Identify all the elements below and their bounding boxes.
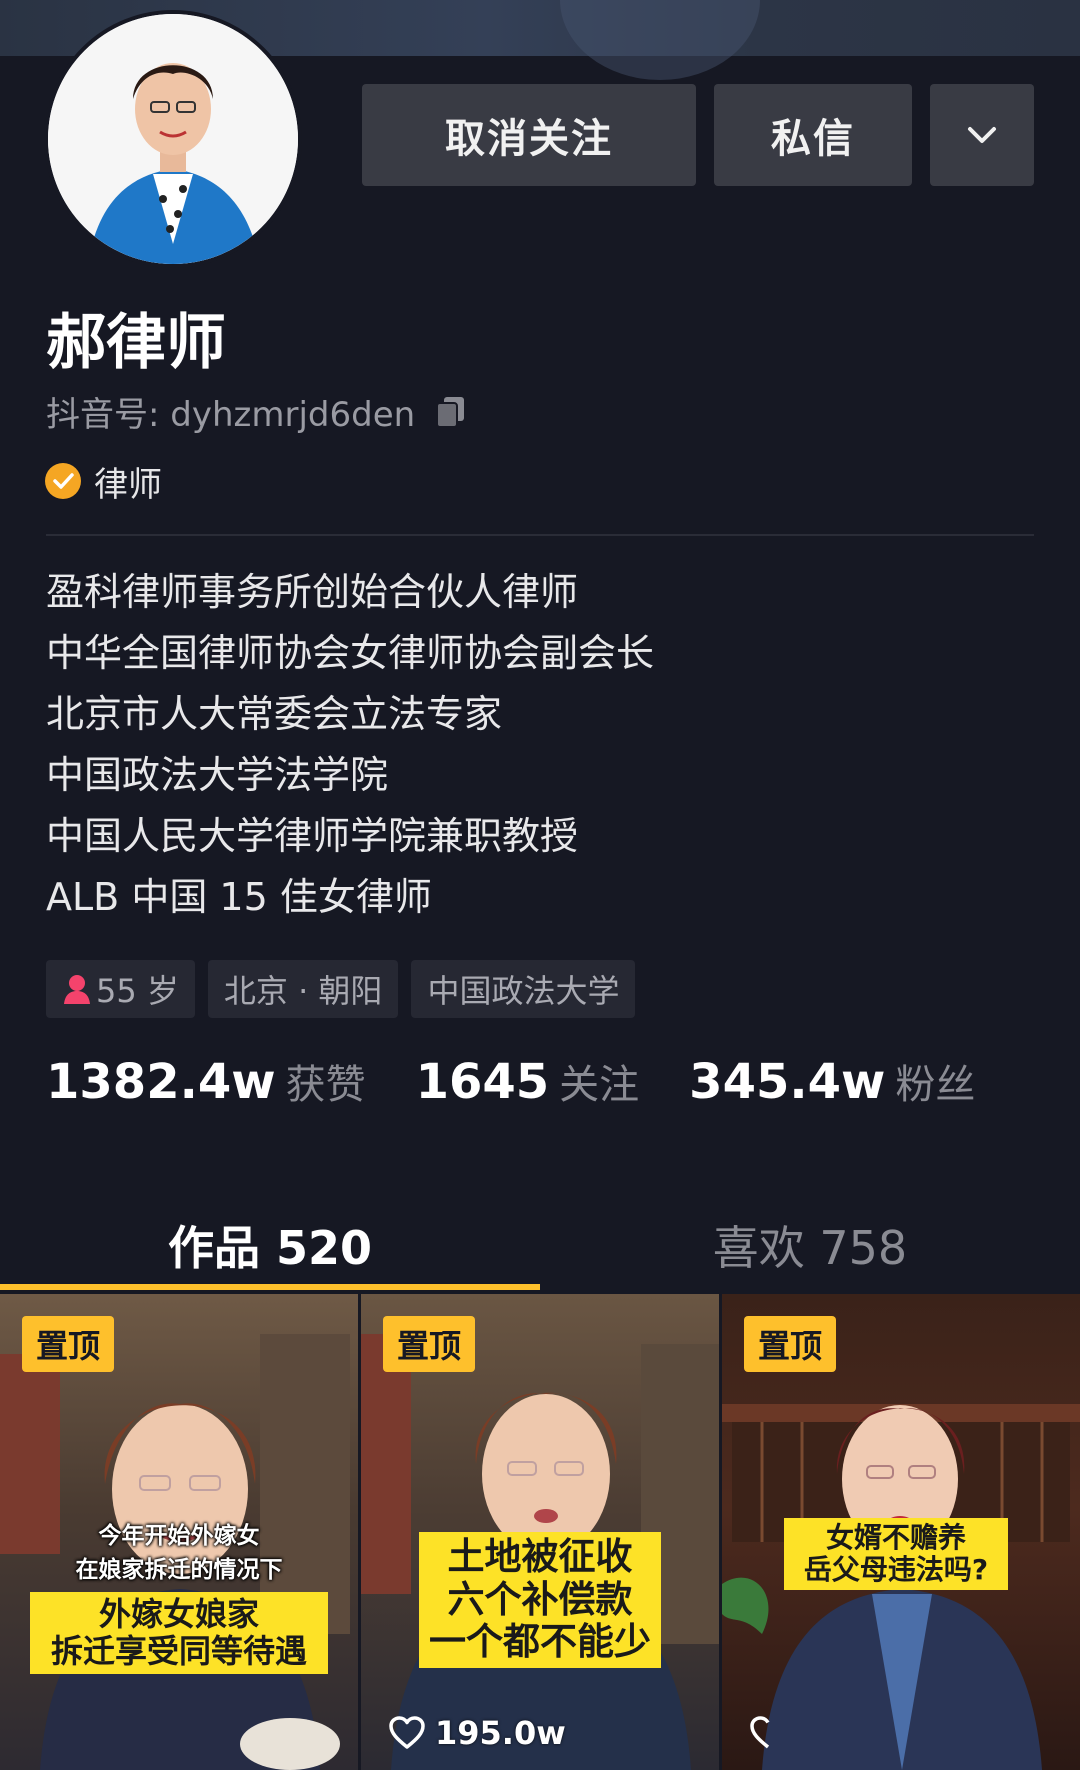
- caption-line: 六个补偿款: [447, 1577, 633, 1621]
- school-tag: 中国政法大学: [411, 960, 636, 1018]
- message-button[interactable]: 私信: [714, 84, 912, 186]
- douyin-id: 抖音号: dyhzmrjd6den: [46, 394, 416, 435]
- more-button[interactable]: [930, 84, 1034, 186]
- video-caption-box: 女婿不赡养 岳父母违法吗?: [784, 1518, 1008, 1591]
- profile-stats: 1382.4w 获赞 1645 关注 345.4w 粉丝: [46, 1052, 1025, 1110]
- age-tag-label: 55 岁: [96, 972, 179, 1010]
- video-thumbnail[interactable]: 置顶 女婿不赡养 岳父母违法吗?: [722, 1294, 1080, 1770]
- likes-received-stat[interactable]: 1382.4w 获赞: [46, 1052, 366, 1110]
- douyin-id-row: 抖音号: dyhzmrjd6den: [46, 388, 471, 435]
- bio: 盈科律师事务所创始合伙人律师 中华全国律师协会女律师协会副会长 北京市人大常委会…: [46, 562, 1026, 928]
- bio-line: 中国政法大学法学院: [46, 753, 389, 797]
- profile-name: 郝律师: [46, 308, 226, 378]
- age-tag: 55 岁: [46, 960, 195, 1018]
- bio-line: 中华全国律师协会女律师协会副会长: [46, 631, 655, 675]
- caption-line: 今年开始外嫁女: [98, 1523, 260, 1549]
- caption-line: 拆迁享受同等待遇: [50, 1631, 307, 1670]
- following-stat[interactable]: 1645 关注: [416, 1052, 640, 1110]
- bio-line: 盈科律师事务所创始合伙人律师: [46, 570, 579, 614]
- caption-line: 在娘家拆迁的情况下: [75, 1557, 283, 1583]
- video-thumbnail[interactable]: 置顶 今年开始外嫁女 在娘家拆迁的情况下 外嫁女娘家 拆迁享受同等待遇: [0, 1294, 358, 1770]
- caption-line: 岳父母违法吗?: [803, 1553, 989, 1587]
- stat-value: 1382.4w: [46, 1054, 276, 1110]
- pinned-badge: 置顶: [383, 1316, 476, 1372]
- video-likes-count: 195.0w: [435, 1714, 566, 1752]
- copy-icon[interactable]: [431, 391, 471, 431]
- unfollow-button[interactable]: 取消关注: [362, 84, 696, 186]
- pinned-badge: 置顶: [744, 1316, 837, 1372]
- video-caption-small: 今年开始外嫁女 在娘家拆迁的情况下: [0, 1516, 358, 1584]
- video-thumbnail[interactable]: 置顶 土地被征收 六个补偿款 一个都不能少 195.0w: [361, 1294, 719, 1770]
- stat-value: 1645: [415, 1054, 550, 1110]
- tab-likes[interactable]: 喜欢 758: [540, 1200, 1080, 1290]
- pinned-badge: 置顶: [22, 1316, 115, 1372]
- bio-line: 北京市人大常委会立法专家: [46, 692, 503, 736]
- verification-row: 律师: [44, 458, 162, 505]
- video-caption-box: 土地被征收 六个补偿款 一个都不能少: [419, 1532, 661, 1668]
- bio-line: ALB 中国 15 佳女律师: [46, 875, 432, 919]
- message-button-label: 私信: [771, 116, 855, 162]
- heart-icon: [389, 1716, 425, 1749]
- verification-label: 律师: [94, 464, 162, 505]
- video-grid: 置顶 今年开始外嫁女 在娘家拆迁的情况下 外嫁女娘家 拆迁享受同等待遇 置顶 土…: [0, 1294, 1080, 1770]
- stat-label: 粉丝: [895, 1062, 976, 1108]
- school-tag-label: 中国政法大学: [427, 972, 620, 1010]
- avatar-image: [48, 14, 298, 264]
- avatar[interactable]: [44, 10, 302, 268]
- unfollow-button-label: 取消关注: [445, 116, 613, 162]
- location-tag: 北京 · 朝阳: [207, 960, 399, 1018]
- chevron-down-icon: [968, 127, 996, 143]
- video-likes: [748, 1708, 796, 1758]
- caption-line: 一个都不能少: [429, 1620, 651, 1664]
- location-tag-label: 北京 · 朝阳: [223, 972, 383, 1010]
- stat-label: 关注: [559, 1062, 640, 1108]
- verified-check-icon: [45, 463, 81, 499]
- caption-line: 土地被征收: [447, 1535, 633, 1578]
- active-tab-indicator: [0, 1284, 540, 1290]
- followers-stat[interactable]: 345.4w 粉丝: [689, 1052, 975, 1110]
- profile-tags: 55 岁 北京 · 朝阳 中国政法大学: [46, 960, 636, 1018]
- stat-label: 获赞: [285, 1062, 366, 1108]
- video-caption-box: 外嫁女娘家 拆迁享受同等待遇: [30, 1592, 328, 1674]
- divider: [46, 534, 1034, 536]
- bio-line: 中国人民大学律师学院兼职教授: [46, 814, 579, 858]
- caption-line: 外嫁女娘家: [98, 1595, 259, 1633]
- caption-line: 女婿不赡养: [825, 1521, 966, 1554]
- content-tabs: 作品 520 喜欢 758: [0, 1200, 1080, 1290]
- tab-works[interactable]: 作品 520: [0, 1200, 540, 1290]
- video-likes: 195.0w: [387, 1708, 566, 1758]
- female-icon: [64, 975, 90, 1004]
- stat-value: 345.4w: [689, 1054, 886, 1110]
- heart-icon: [750, 1716, 770, 1749]
